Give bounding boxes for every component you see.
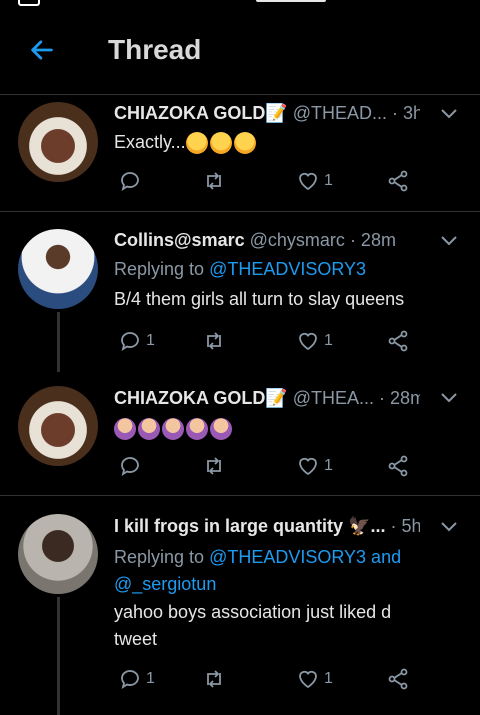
- retweet-icon: [207, 670, 221, 688]
- tweet-header: CHIAZOKA GOLD📝 @THEA... · 28m: [114, 388, 420, 409]
- retweet-icon: [207, 332, 221, 350]
- reply-icon: [121, 670, 139, 689]
- share-icon: [388, 170, 408, 192]
- retweet-icon: [207, 457, 221, 475]
- timestamp: · 3h: [392, 103, 420, 123]
- tweet-text: Exactly...: [114, 129, 454, 156]
- retweet-button[interactable]: [202, 168, 226, 194]
- share-button[interactable]: [386, 453, 410, 479]
- mention-link[interactable]: @_sergiotun: [114, 574, 216, 594]
- tweet[interactable]: CHIAZOKA GOLD📝 @THEA... · 28m 1: [0, 371, 480, 495]
- like-button[interactable]: 1: [296, 168, 333, 194]
- tweet-text: yahoo boys association just liked d twee…: [114, 602, 392, 649]
- replying-to: Replying to @THEADVISORY3: [114, 259, 367, 279]
- author-name[interactable]: CHIAZOKA GOLD📝: [114, 388, 288, 408]
- tweet-text: [114, 415, 454, 442]
- laugh-emoji: [209, 132, 232, 155]
- reply-icon: [121, 457, 139, 476]
- share-icon: [388, 668, 408, 690]
- reply-button[interactable]: 1: [118, 328, 155, 354]
- tweet-actions: 1: [114, 168, 424, 194]
- author-handle[interactable]: @chysmarc: [250, 230, 345, 250]
- author-name[interactable]: CHIAZOKA GOLD📝: [114, 103, 288, 123]
- chevron-down-icon[interactable]: [440, 234, 458, 246]
- share-button[interactable]: [386, 168, 410, 194]
- laugh-emoji: [233, 132, 256, 155]
- page-title: Thread: [108, 34, 202, 65]
- chevron-down-icon[interactable]: [440, 391, 458, 403]
- tweet-actions: 1: [114, 453, 424, 479]
- tweet-actions: 1 1: [114, 666, 424, 692]
- avatar[interactable]: [18, 514, 98, 594]
- tweet-actions: 1 1: [114, 328, 424, 354]
- avatar[interactable]: [18, 229, 98, 309]
- woman-emoji: [186, 418, 208, 441]
- woman-emoji: [210, 418, 232, 441]
- author-name[interactable]: I kill frogs in large quantity 🦅...: [114, 516, 385, 536]
- mention-link[interactable]: @THEADVISORY3 and: [209, 547, 401, 567]
- author-handle[interactable]: @THEAD...: [293, 103, 387, 123]
- mention-link[interactable]: @THEADVISORY3: [209, 259, 366, 279]
- like-button[interactable]: 1: [296, 328, 333, 354]
- thread-line: [57, 312, 60, 372]
- like-button[interactable]: 1: [296, 666, 333, 692]
- like-icon: [299, 332, 317, 351]
- status-icon: [18, 0, 40, 6]
- share-button[interactable]: [386, 328, 410, 354]
- reply-button[interactable]: [118, 168, 146, 194]
- avatar[interactable]: [18, 102, 98, 182]
- chevron-down-icon[interactable]: [440, 107, 458, 119]
- replying-to: Replying to @THEADVISORY3 and @_sergiotu…: [114, 547, 402, 594]
- retweet-button[interactable]: [202, 666, 226, 692]
- signal-icon: [256, 0, 326, 2]
- reply-button[interactable]: [118, 453, 146, 479]
- tweet-header: Collins@smarc @chysmarc · 28m: [114, 230, 420, 251]
- share-icon: [388, 455, 408, 477]
- share-icon: [388, 330, 408, 352]
- woman-emoji: [138, 418, 160, 441]
- tweet-header: CHIAZOKA GOLD📝 @THEAD... · 3h: [114, 103, 420, 124]
- retweet-button[interactable]: [202, 453, 226, 479]
- reply-icon: [121, 172, 139, 191]
- reply-icon: [121, 332, 139, 351]
- like-icon: [299, 457, 317, 476]
- timestamp: · 5h: [390, 516, 420, 536]
- tweet-header: I kill frogs in large quantity 🦅... · 5h: [114, 516, 420, 537]
- back-arrow-icon[interactable]: [28, 36, 56, 64]
- like-icon: [299, 670, 317, 689]
- author-name[interactable]: Collins@smarc: [114, 230, 245, 250]
- tweet-text: B/4 them girls all turn to slay queens: [114, 289, 405, 309]
- timestamp: · 28m: [349, 230, 396, 250]
- tweet[interactable]: Collins@smarc @chysmarc · 28m Replying t…: [0, 211, 480, 372]
- retweet-icon: [207, 172, 221, 190]
- status-bar: [0, 0, 480, 6]
- woman-emoji: [162, 418, 184, 441]
- author-handle[interactable]: @THEA...: [293, 388, 374, 408]
- thread-line: [57, 597, 60, 715]
- timestamp: · 28m: [379, 388, 420, 408]
- share-button[interactable]: [386, 666, 410, 692]
- reply-button[interactable]: 1: [118, 666, 155, 692]
- app-header: Thread: [0, 8, 480, 95]
- tweet[interactable]: I kill frogs in large quantity 🦅... · 5h…: [0, 495, 480, 715]
- woman-emoji: [114, 418, 136, 441]
- laugh-emoji: [185, 132, 208, 155]
- like-button[interactable]: 1: [296, 453, 333, 479]
- like-icon: [299, 172, 317, 191]
- avatar[interactable]: [18, 386, 98, 466]
- chevron-down-icon[interactable]: [440, 520, 458, 532]
- tweet[interactable]: CHIAZOKA GOLD📝 @THEAD... · 3h Exactly...…: [0, 94, 480, 210]
- retweet-button[interactable]: [202, 328, 226, 354]
